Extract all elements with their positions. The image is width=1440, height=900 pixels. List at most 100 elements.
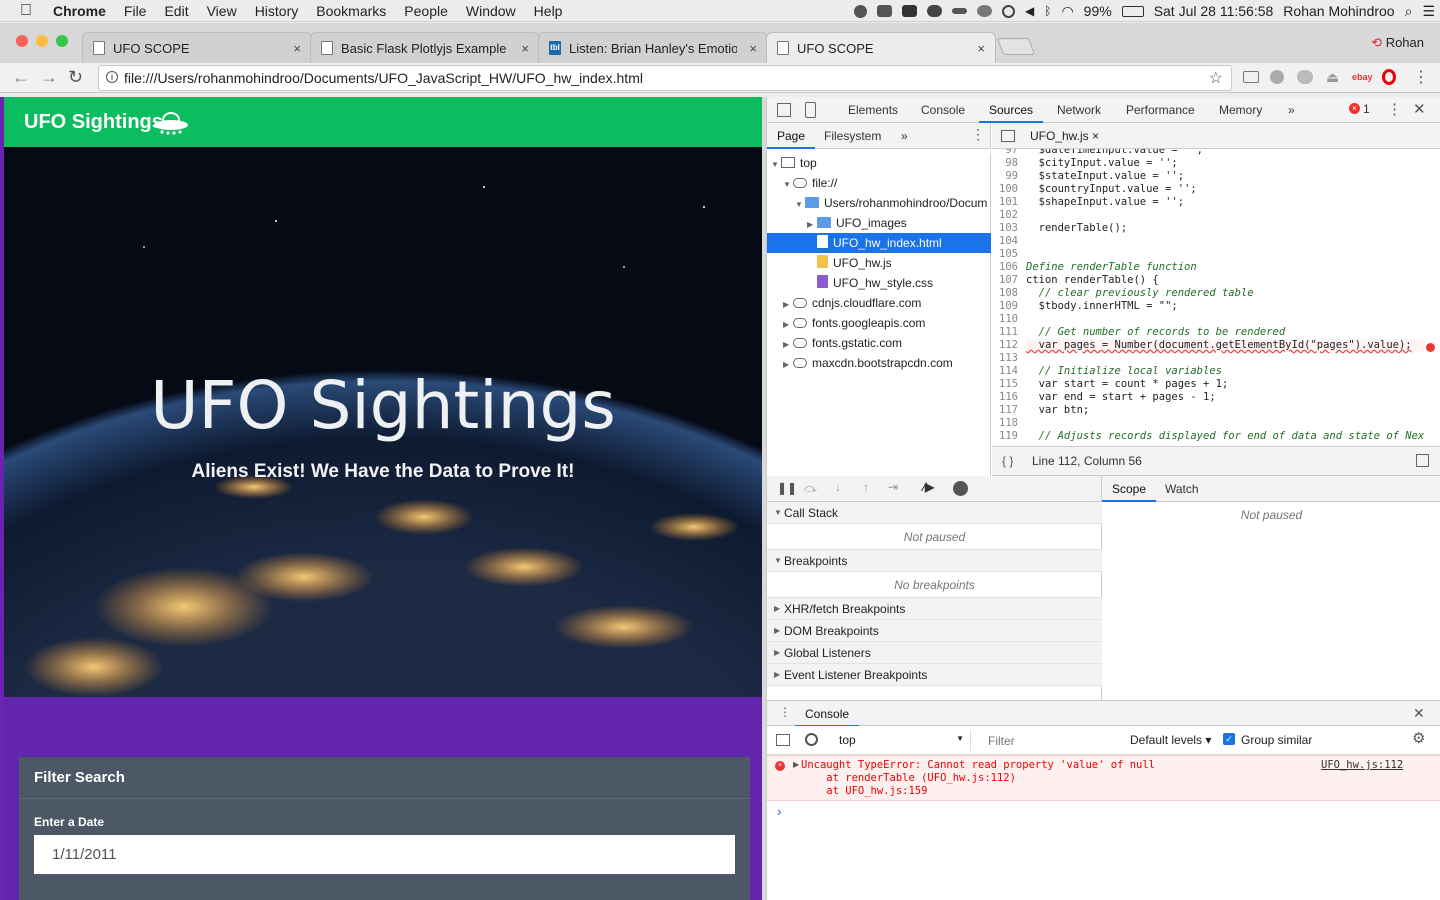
- more-navigators-button[interactable]: »: [891, 123, 918, 149]
- tab-ufo-scope-active[interactable]: UFO SCOPE ×: [766, 32, 996, 63]
- tab-console-drawer[interactable]: Console: [795, 701, 860, 727]
- line-number[interactable]: 114: [992, 365, 1018, 378]
- line-number[interactable]: 103: [992, 222, 1018, 235]
- inline-error-icon[interactable]: [1426, 343, 1435, 352]
- debugger-section-header[interactable]: ▶ Event Listener Breakpoints: [767, 664, 1102, 686]
- tree-item[interactable]: ▼ Users/rohanmohindroo/Docum: [767, 193, 991, 213]
- tab-flask-plotly[interactable]: Basic Flask Plotlyjs Example ×: [310, 32, 540, 63]
- extension-icon[interactable]: [1270, 70, 1284, 84]
- close-tab-icon[interactable]: ×: [521, 41, 529, 56]
- tab-listen-brian-hanley[interactable]: tbl Listen: Brian Hanley's Emotion ×: [538, 32, 768, 63]
- drawer-menu-icon[interactable]: ⋮: [779, 705, 791, 719]
- stack-frame-link[interactable]: at renderTable (UFO_hw.js:112): [801, 772, 1016, 784]
- tree-item[interactable]: ▶ fonts.gstatic.com: [767, 333, 991, 353]
- close-file-icon[interactable]: ×: [1092, 129, 1099, 143]
- error-icon[interactable]: ×: [1349, 103, 1360, 114]
- console-filter-input[interactable]: [981, 730, 1123, 751]
- reload-icon[interactable]: ↻: [68, 67, 83, 88]
- tab-performance[interactable]: Performance: [1116, 97, 1205, 123]
- line-number[interactable]: 105: [992, 248, 1018, 261]
- console-settings-icon[interactable]: ⚙: [1412, 729, 1425, 747]
- new-tab-button[interactable]: [996, 38, 1036, 55]
- tab-elements[interactable]: Elements: [838, 97, 908, 123]
- line-number[interactable]: 108: [992, 287, 1018, 300]
- line-number[interactable]: 111: [992, 326, 1018, 339]
- navigator-menu-icon[interactable]: ⋮: [971, 126, 985, 143]
- line-number[interactable]: 117: [992, 404, 1018, 417]
- step-out-icon[interactable]: ↑: [863, 480, 869, 494]
- cast-icon[interactable]: [1243, 71, 1259, 83]
- tree-item[interactable]: ▼ top: [767, 153, 991, 173]
- line-number[interactable]: 100: [992, 183, 1018, 196]
- close-tab-icon[interactable]: ×: [749, 41, 757, 56]
- error-count[interactable]: 1: [1363, 102, 1370, 116]
- tab-watch[interactable]: Watch: [1155, 476, 1209, 502]
- bluetooth-icon[interactable]: ᛒ: [1044, 4, 1051, 18]
- address-bar[interactable]: i file:///Users/rohanmohindroo/Documents…: [98, 65, 1232, 91]
- zoom-window-button[interactable]: [56, 35, 68, 47]
- group-similar-checkbox[interactable]: ✓: [1223, 733, 1235, 745]
- editor-tab-ufo-hw-js[interactable]: UFO_hw.js ×: [1030, 129, 1099, 143]
- stack-frame-link[interactable]: at UFO_hw.js:159: [801, 785, 927, 797]
- expand-error-icon[interactable]: ▶: [793, 760, 799, 769]
- tree-item[interactable]: ▼ file://: [767, 173, 991, 193]
- menu-bookmarks[interactable]: Bookmarks: [307, 3, 395, 19]
- pause-icon[interactable]: ❚❚: [777, 481, 797, 495]
- step-over-icon[interactable]: ⤼: [804, 481, 817, 496]
- tree-item[interactable]: ▶ cdnjs.cloudflare.com: [767, 293, 991, 313]
- tab-ufo-scope-1[interactable]: UFO SCOPE ×: [82, 32, 312, 63]
- menu-edit[interactable]: Edit: [155, 3, 197, 19]
- date-input[interactable]: 1/11/2011: [34, 835, 735, 874]
- menu-history[interactable]: History: [246, 3, 308, 19]
- tree-item[interactable]: UFO_hw_index.html: [767, 233, 991, 253]
- tree-item[interactable]: UFO_hw.js: [767, 253, 991, 273]
- step-into-icon[interactable]: ↓: [835, 480, 841, 494]
- log-levels-dropdown[interactable]: Default levels ▾: [1130, 733, 1211, 747]
- console-error-message[interactable]: × ▶ Uncaught TypeError: Cannot read prop…: [767, 755, 1440, 801]
- info-icon[interactable]: i: [106, 71, 118, 83]
- tab-filesystem[interactable]: Filesystem: [814, 123, 891, 149]
- line-number[interactable]: 119: [992, 430, 1018, 443]
- tab-network[interactable]: Network: [1047, 97, 1111, 123]
- step-icon[interactable]: ⇥: [888, 480, 898, 494]
- line-number[interactable]: 98: [992, 157, 1018, 170]
- line-number[interactable]: 106: [992, 261, 1018, 274]
- inspect-element-icon[interactable]: [777, 103, 791, 117]
- menu-view[interactable]: View: [198, 3, 246, 19]
- tree-item[interactable]: ▶ fonts.googleapis.com: [767, 313, 991, 333]
- notification-center-icon[interactable]: ☰: [1422, 3, 1435, 20]
- chrome-menu-icon[interactable]: ⋮: [1413, 67, 1429, 87]
- clear-console-icon[interactable]: [805, 733, 818, 746]
- deactivate-breakpoints-icon[interactable]: ⁄▶: [923, 480, 934, 494]
- close-drawer-icon[interactable]: ✕: [1413, 705, 1425, 722]
- extension-icon[interactable]: [1297, 70, 1313, 84]
- console-prompt-icon[interactable]: ›: [777, 803, 782, 819]
- line-number[interactable]: 99: [992, 170, 1018, 183]
- cloud-icon[interactable]: [927, 5, 942, 17]
- battery-icon[interactable]: [1121, 5, 1144, 17]
- apple-menu-icon[interactable]: : [0, 2, 44, 20]
- bookmark-star-icon[interactable]: ☆: [1209, 68, 1223, 88]
- line-number[interactable]: 107: [992, 274, 1018, 287]
- debugger-section-header[interactable]: ▶ DOM Breakpoints: [767, 620, 1102, 642]
- line-number[interactable]: 104: [992, 235, 1018, 248]
- close-devtools-icon[interactable]: ✕: [1413, 100, 1426, 118]
- user-name[interactable]: Rohan Mohindroo: [1283, 3, 1394, 19]
- more-tabs-button[interactable]: »: [1278, 97, 1305, 123]
- line-number[interactable]: 113: [992, 352, 1018, 365]
- tree-item[interactable]: ▶ maxcdn.bootstrapcdn.com: [767, 353, 991, 373]
- line-number[interactable]: 116: [992, 391, 1018, 404]
- device-toolbar-icon[interactable]: [805, 102, 816, 118]
- debugger-section-header[interactable]: ▶ Global Listeners: [767, 642, 1102, 664]
- tab-scope[interactable]: Scope: [1102, 476, 1157, 502]
- dropbox-icon[interactable]: [902, 5, 917, 17]
- line-number[interactable]: 102: [992, 209, 1018, 222]
- close-tab-icon[interactable]: ×: [977, 41, 985, 56]
- forward-icon[interactable]: →: [40, 67, 58, 88]
- tab-page[interactable]: Page: [767, 123, 816, 149]
- status-icon[interactable]: [977, 5, 992, 17]
- time-machine-icon[interactable]: [1002, 4, 1015, 18]
- wifi-icon[interactable]: ◠: [1061, 3, 1073, 20]
- tree-item[interactable]: UFO_hw_style.css: [767, 273, 991, 293]
- tree-item[interactable]: ▶ UFO_images: [767, 213, 991, 233]
